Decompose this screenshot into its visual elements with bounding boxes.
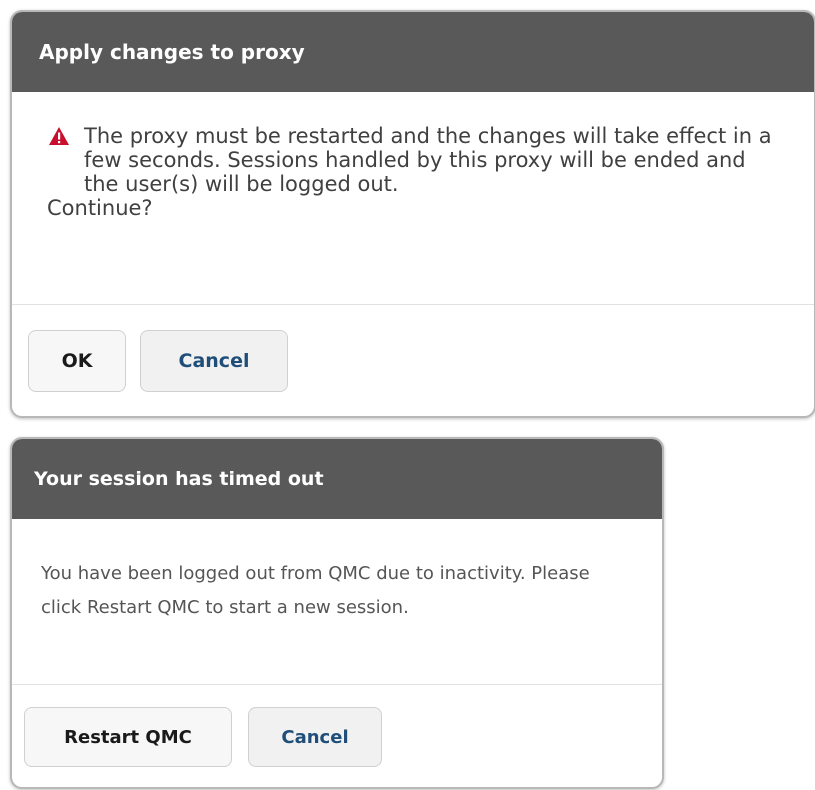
cancel-button[interactable]: Cancel <box>140 329 288 392</box>
dialog-footer: Restart QMC Cancel <box>12 684 662 787</box>
restart-qmc-button[interactable]: Restart QMC <box>24 707 232 767</box>
warning-message: The proxy must be restarted and the chan… <box>48 124 784 196</box>
dialog-header: Apply changes to proxy <box>12 12 814 92</box>
timeout-message: You have been logged out from QMC due to… <box>41 563 590 618</box>
ok-button[interactable]: OK <box>28 329 126 392</box>
continue-prompt: Continue? <box>47 196 153 220</box>
apply-changes-dialog: Apply changes to proxy The proxy must be… <box>10 10 815 418</box>
dialog-footer: OK Cancel <box>12 304 814 416</box>
dialog-body: The proxy must be restarted and the chan… <box>12 92 814 304</box>
screenshot-canvas: Apply changes to proxy The proxy must be… <box>0 0 815 790</box>
dialog-header: Your session has timed out <box>12 439 662 519</box>
session-timeout-dialog: Your session has timed out You have been… <box>10 437 664 789</box>
warning-text: The proxy must be restarted and the chan… <box>84 124 772 196</box>
dialog-title: Your session has timed out <box>34 468 324 490</box>
dialog-title: Apply changes to proxy <box>39 40 305 64</box>
dialog-body: You have been logged out from QMC due to… <box>12 519 662 684</box>
cancel-button[interactable]: Cancel <box>248 707 382 767</box>
warning-triangle-icon <box>49 127 69 145</box>
